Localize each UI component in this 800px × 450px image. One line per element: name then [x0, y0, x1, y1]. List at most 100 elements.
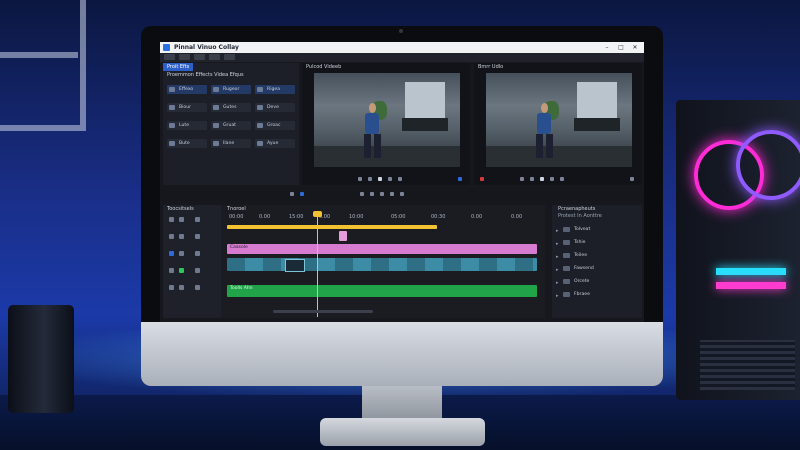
- effect-button[interactable]: Ilane: [211, 139, 251, 148]
- mute-icon[interactable]: [195, 285, 200, 290]
- source-video-frame[interactable]: [314, 73, 460, 167]
- tool-icon[interactable]: [360, 192, 364, 196]
- project-list-item[interactable]: ▸ Teilee: [556, 251, 587, 260]
- step-forward-button[interactable]: [388, 177, 392, 181]
- tl-clip-audio[interactable]: Toolls Ahn: [227, 285, 537, 297]
- step-back-button[interactable]: [530, 177, 534, 181]
- track-header-a2: [165, 283, 219, 292]
- effect-button[interactable]: Bute: [167, 139, 207, 148]
- project-panel-title[interactable]: Pcraenapheuts: [558, 206, 595, 212]
- tool-icon[interactable]: [380, 192, 384, 196]
- tool-icon[interactable]: [300, 192, 304, 196]
- mute-icon[interactable]: [195, 217, 200, 222]
- menu-item-sequence[interactable]: [209, 54, 220, 60]
- monitor-chin: [141, 322, 663, 386]
- rgb-ram-strip: [716, 282, 786, 289]
- lock-icon[interactable]: [169, 234, 174, 239]
- tl-clip-video[interactable]: [227, 258, 537, 272]
- effect-button[interactable]: Gutes: [211, 103, 251, 112]
- source-monitor: Pulcod Videeb: [302, 63, 470, 185]
- tl-clip-pink[interactable]: Caasole: [227, 244, 537, 254]
- effect-icon: [257, 123, 263, 128]
- project-list-item[interactable]: ▸ Tolveat: [556, 225, 590, 234]
- chevron-right-icon: ▸: [556, 267, 559, 273]
- timeline-ruler[interactable]: 00:00 0.00 15:00 0.00 10:00 05:00 00:30 …: [225, 214, 541, 222]
- tool-icon[interactable]: [390, 192, 394, 196]
- play-button[interactable]: [378, 177, 382, 181]
- effect-button-label: Bute: [179, 141, 190, 146]
- program-video-frame[interactable]: [486, 73, 632, 167]
- rewind-button[interactable]: [520, 177, 524, 181]
- title-bar: Pinnal Vinuo Collay – □ ✕: [160, 42, 644, 53]
- lock-icon[interactable]: [169, 285, 174, 290]
- lock-icon[interactable]: [169, 251, 174, 256]
- minimize-button[interactable]: –: [600, 42, 614, 53]
- settings-icon[interactable]: [630, 177, 634, 181]
- playhead-line[interactable]: [317, 213, 318, 317]
- mute-icon[interactable]: [195, 268, 200, 273]
- menu-item-edit[interactable]: [179, 54, 190, 60]
- tl-clip-marker[interactable]: [339, 231, 347, 241]
- project-list-item[interactable]: ▸ Tshie: [556, 238, 585, 247]
- effect-button[interactable]: Ayue: [255, 139, 295, 148]
- tool-icon[interactable]: [290, 192, 294, 196]
- mute-icon[interactable]: [195, 251, 200, 256]
- effect-button[interactable]: Rigea: [255, 85, 295, 94]
- maximize-button[interactable]: □: [614, 42, 628, 53]
- close-button[interactable]: ✕: [628, 42, 642, 53]
- tool-icon[interactable]: [370, 192, 374, 196]
- effects-panel: Proit Efts Proemmon Effects Videa Efqus …: [163, 63, 299, 185]
- eye-icon[interactable]: [179, 251, 184, 256]
- effect-icon: [169, 141, 175, 146]
- effect-button[interactable]: Deve: [255, 103, 295, 112]
- effect-button[interactable]: Lute: [167, 121, 207, 130]
- eye-icon[interactable]: [179, 234, 184, 239]
- mute-icon[interactable]: [195, 234, 200, 239]
- track-headers: Toocsitsels: [163, 205, 221, 318]
- play-button[interactable]: [540, 177, 544, 181]
- tl-clip-title[interactable]: [227, 225, 437, 229]
- source-transport-controls: [308, 176, 464, 183]
- tab-effects[interactable]: Proit Efts: [163, 63, 194, 71]
- record-button[interactable]: [480, 177, 484, 181]
- effect-button-label: Deve: [267, 105, 279, 110]
- video-person: [533, 103, 556, 158]
- tool-icon[interactable]: [400, 192, 404, 196]
- effect-button-label: Ayue: [267, 141, 279, 146]
- effect-button[interactable]: Gruat: [211, 121, 251, 130]
- menu-item-file[interactable]: [164, 54, 175, 60]
- chevron-right-icon: ▸: [556, 254, 559, 260]
- project-list-item[interactable]: ▸ Fawsend: [556, 264, 594, 273]
- menu-item-clip[interactable]: [194, 54, 205, 60]
- eye-icon[interactable]: [179, 285, 184, 290]
- forward-button[interactable]: [398, 177, 402, 181]
- effect-button[interactable]: Effexo: [167, 85, 207, 94]
- insert-button[interactable]: [458, 177, 462, 181]
- play-icon[interactable]: [179, 268, 184, 273]
- track-header-v2: [165, 232, 219, 241]
- effect-button[interactable]: Groac: [255, 121, 295, 130]
- effect-button[interactable]: Biour: [167, 103, 207, 112]
- step-back-button[interactable]: [368, 177, 372, 181]
- project-list-item[interactable]: ▸ Fbraee: [556, 290, 590, 299]
- video-desk: [573, 118, 621, 132]
- lock-icon[interactable]: [169, 268, 174, 273]
- tab-timeline[interactable]: Tnoroel: [227, 206, 246, 212]
- step-forward-button[interactable]: [550, 177, 554, 181]
- project-list-item[interactable]: ▸ Orcete: [556, 277, 589, 286]
- rgb-fan-icon: [736, 130, 800, 200]
- effect-button[interactable]: Rugeor: [211, 85, 251, 94]
- eye-icon[interactable]: [179, 217, 184, 222]
- timeline-side-tab[interactable]: Toocsitsels: [167, 206, 194, 212]
- track-header-v3: [165, 215, 219, 224]
- effect-button-label: Gruat: [223, 123, 236, 128]
- forward-button[interactable]: [560, 177, 564, 181]
- project-item-label: Teilee: [574, 253, 588, 258]
- menu-item-window[interactable]: [224, 54, 235, 60]
- source-monitor-label: Pulcod Videeb: [306, 64, 342, 70]
- effect-icon: [213, 123, 219, 128]
- lock-icon[interactable]: [169, 217, 174, 222]
- rewind-button[interactable]: [358, 177, 362, 181]
- project-item-label: Tshie: [574, 240, 586, 245]
- timeline-scrollbar[interactable]: [273, 310, 373, 313]
